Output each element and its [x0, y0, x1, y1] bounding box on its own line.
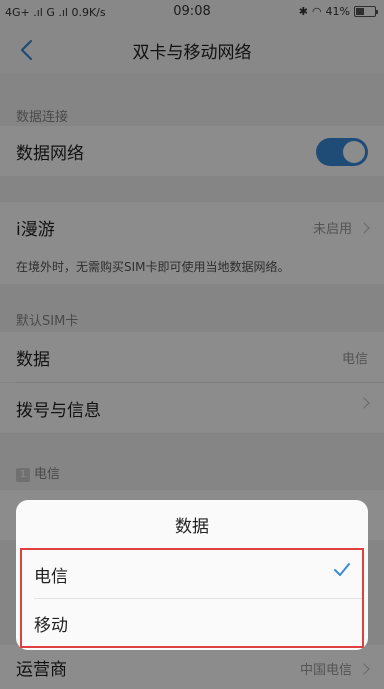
checkmark-icon: [334, 563, 350, 576]
option-mobile[interactable]: 移动: [22, 599, 362, 647]
dialog-title: 数据: [175, 517, 209, 537]
options-highlight: 电信 移动: [20, 548, 364, 648]
option-label: 电信: [34, 567, 68, 587]
data-sim-dialog: 数据 电信 移动: [16, 500, 368, 650]
option-telecom[interactable]: 电信: [22, 550, 362, 599]
option-label: 移动: [34, 616, 68, 636]
